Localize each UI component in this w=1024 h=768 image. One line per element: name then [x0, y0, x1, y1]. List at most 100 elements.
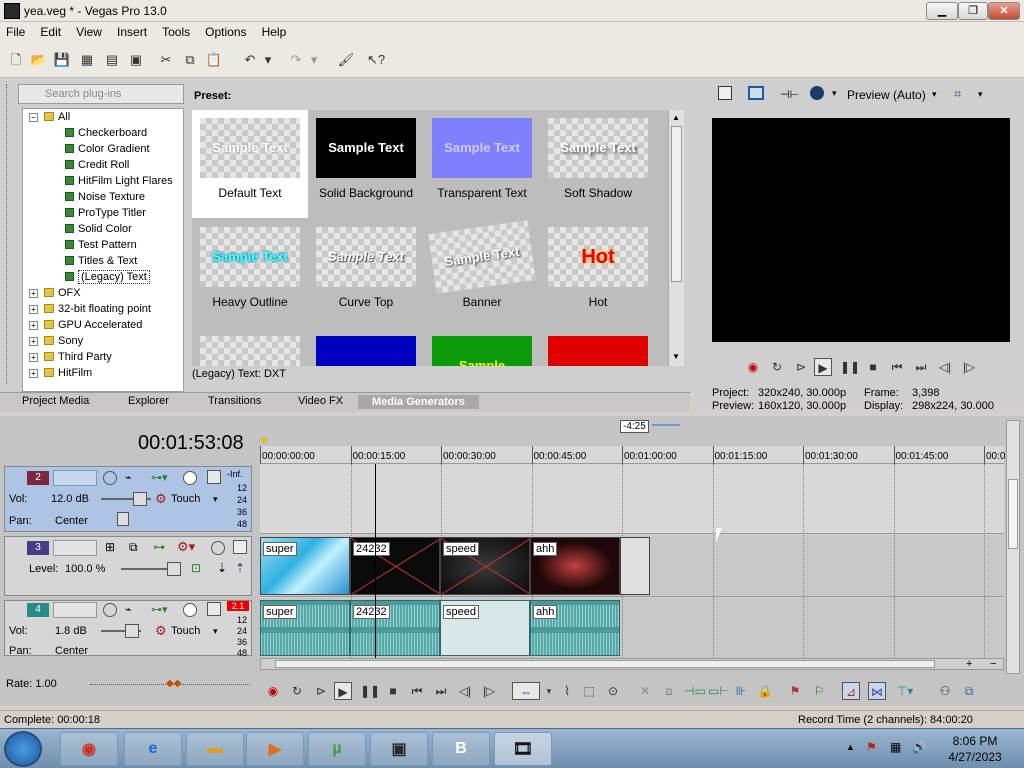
record-icon[interactable]: ◉ [264, 682, 282, 700]
snapping-icon[interactable]: ⊿ [842, 682, 860, 700]
zoom-out-icon[interactable]: − [990, 658, 996, 670]
play-from-start-icon[interactable]: ⊳ [792, 358, 810, 376]
properties-icon[interactable]: ▦ [77, 50, 97, 70]
automation-gear-icon[interactable]: ⚙ [155, 623, 167, 639]
tab-media-generators[interactable]: Media Generators [358, 395, 479, 409]
track-header-2[interactable]: 2 ⌁ ⊶▾ Vol: 12.0 dB ⚙ Touch ▾ Pan: Cente… [4, 466, 252, 532]
play-icon[interactable]: ▶ [334, 682, 352, 700]
normal-edit-tool-icon[interactable]: ⇔ [512, 682, 540, 700]
search-input[interactable]: Search plug-ins [18, 84, 184, 104]
mute-icon[interactable] [211, 541, 225, 555]
fx-icon[interactable]: ⊶▾ [151, 471, 168, 484]
track-menu-icon[interactable] [207, 602, 221, 616]
overlay-dropdown-icon[interactable]: ▾ [832, 88, 837, 99]
loop-icon[interactable]: ↻ [768, 358, 786, 376]
preview-properties-icon[interactable] [718, 86, 732, 100]
tree-item[interactable]: Solid Color [23, 221, 183, 237]
tree-item[interactable]: + Third Party [23, 349, 183, 365]
split-screen-icon[interactable]: ⊣⊢ [780, 88, 799, 101]
trim-icon[interactable]: ⧈ [660, 682, 678, 700]
scroll-thumb[interactable] [1008, 479, 1018, 549]
clock-time[interactable]: 8:06 PM [948, 734, 1002, 748]
plugin-tree[interactable]: − All Checkerboard Color Gradient Credit Rol… [22, 108, 184, 392]
lock-icon[interactable]: 🔒 [756, 682, 774, 700]
track-2-lane[interactable] [260, 464, 1004, 534]
track-header-4[interactable]: 4 ⌁ ⊶▾ 2.1 Vol: 1.8 dB ⚙ Touch ▾ Pan: Ce… [4, 600, 252, 658]
ignore-grouping-icon[interactable]: ⧉ [960, 682, 978, 700]
expander-icon[interactable]: + [29, 337, 38, 346]
preset-item[interactable]: Sample Text Banner [424, 219, 540, 327]
tree-item[interactable]: Credit Roll [23, 157, 183, 173]
tree-item[interactable]: ProType Titler [23, 205, 183, 221]
audio-clip-super[interactable]: super [260, 600, 350, 656]
previous-frame-icon[interactable]: ◁| [936, 358, 954, 376]
trim-end-icon[interactable]: ▭⊢ [708, 682, 730, 700]
fx-icon[interactable]: ⊶ [153, 540, 165, 554]
track-name-field[interactable] [53, 602, 97, 618]
envelope-tool-icon[interactable]: ⌇ [558, 682, 576, 700]
tree-item[interactable]: + GPU Accelerated [23, 317, 183, 333]
expander-icon[interactable]: + [29, 289, 38, 298]
go-to-start-icon[interactable]: ⏮ [888, 358, 906, 376]
undo-dropdown-icon[interactable]: ▾ [262, 50, 274, 70]
expander-icon[interactable]: − [29, 113, 38, 122]
tree-item[interactable]: Test Pattern [23, 237, 183, 253]
timeline-track-area[interactable]: super 24232 speed ahh super 24232 speed … [260, 464, 1004, 658]
save-icon[interactable]: 💾 [52, 50, 72, 70]
new-file-icon[interactable]: 🗋 [6, 50, 26, 70]
preset-item[interactable]: Sample Text Transparent Text [424, 110, 540, 218]
region-marker[interactable]: -4:25 [620, 420, 649, 433]
tree-item[interactable]: Color Gradient [23, 141, 183, 157]
preset-item[interactable]: Sample [540, 328, 656, 366]
tree-item[interactable]: HitFilm Light Flares [23, 173, 183, 189]
region-icon[interactable]: ⚐ [810, 682, 828, 700]
audio-clip-ahh[interactable]: ahh [530, 600, 620, 656]
ripple-edit-icon[interactable]: ⊤▾ [896, 682, 914, 700]
video-clip-ahh[interactable]: ahh [530, 537, 620, 595]
expand-icon[interactable]: ⊞ [105, 540, 115, 554]
play-from-start-icon[interactable]: ⊳ [312, 682, 330, 700]
utorrent-icon[interactable]: µ [308, 732, 366, 766]
tree-item[interactable]: Noise Texture [23, 189, 183, 205]
clock-date[interactable]: 4/27/2023 [946, 750, 1004, 764]
record-icon[interactable]: ◉ [744, 358, 762, 376]
split-icon[interactable]: ⊪ [732, 682, 750, 700]
tab-video-fx[interactable]: Video FX [298, 395, 343, 407]
pause-icon[interactable]: ❚❚ [360, 682, 380, 700]
mute-icon[interactable] [103, 471, 117, 485]
level-slider-thumb[interactable] [167, 562, 181, 576]
automation-mode[interactable]: Touch [171, 625, 200, 637]
track-menu-icon[interactable] [207, 470, 221, 484]
tab-project-media[interactable]: Project Media [22, 395, 89, 407]
vol-slider-thumb[interactable] [125, 624, 139, 638]
preview-quality-select[interactable]: Preview (Auto) [847, 88, 926, 102]
trim-start-icon[interactable]: ⊣▭ [684, 682, 706, 700]
internet-explorer-icon[interactable]: e [124, 732, 182, 766]
minimize-button[interactable]: ▁ [926, 2, 958, 20]
action-center-icon[interactable]: ⚑ [866, 740, 877, 754]
tab-transitions[interactable]: Transitions [208, 395, 261, 407]
task-manager-icon[interactable]: ▣ [370, 732, 428, 766]
menu-view[interactable]: View [70, 22, 108, 42]
composite-icon[interactable]: ⧉ [129, 540, 138, 555]
motion-icon[interactable]: ⊡ [191, 561, 201, 575]
delete-icon[interactable]: ✕ [636, 682, 654, 700]
edit-tool-dropdown-icon[interactable]: ▾ [540, 682, 558, 700]
redo-icon[interactable]: ↷ [286, 50, 306, 70]
play-icon[interactable]: ▶ [814, 358, 832, 376]
help-pointer-icon[interactable]: ↖? [366, 50, 386, 70]
menu-help[interactable]: Help [256, 22, 293, 42]
video-clip-generated[interactable] [620, 537, 650, 595]
grid-icon[interactable]: ⌗ [954, 86, 961, 102]
audio-clip-speed[interactable]: speed [440, 600, 530, 656]
volume-icon[interactable]: 🔊 [912, 740, 927, 754]
panel-grip[interactable] [6, 84, 12, 384]
menu-file[interactable]: File [0, 22, 31, 42]
tab-explorer[interactable]: Explorer [128, 395, 169, 407]
tree-item[interactable]: + HitFilm [23, 365, 183, 381]
maximize-button[interactable]: ❐ [958, 2, 988, 20]
settings-icon[interactable]: ▣ [126, 50, 146, 70]
cut-icon[interactable]: ✂ [156, 50, 176, 70]
menu-insert[interactable]: Insert [111, 22, 153, 42]
automation-dropdown-icon[interactable]: ▾ [213, 626, 218, 637]
